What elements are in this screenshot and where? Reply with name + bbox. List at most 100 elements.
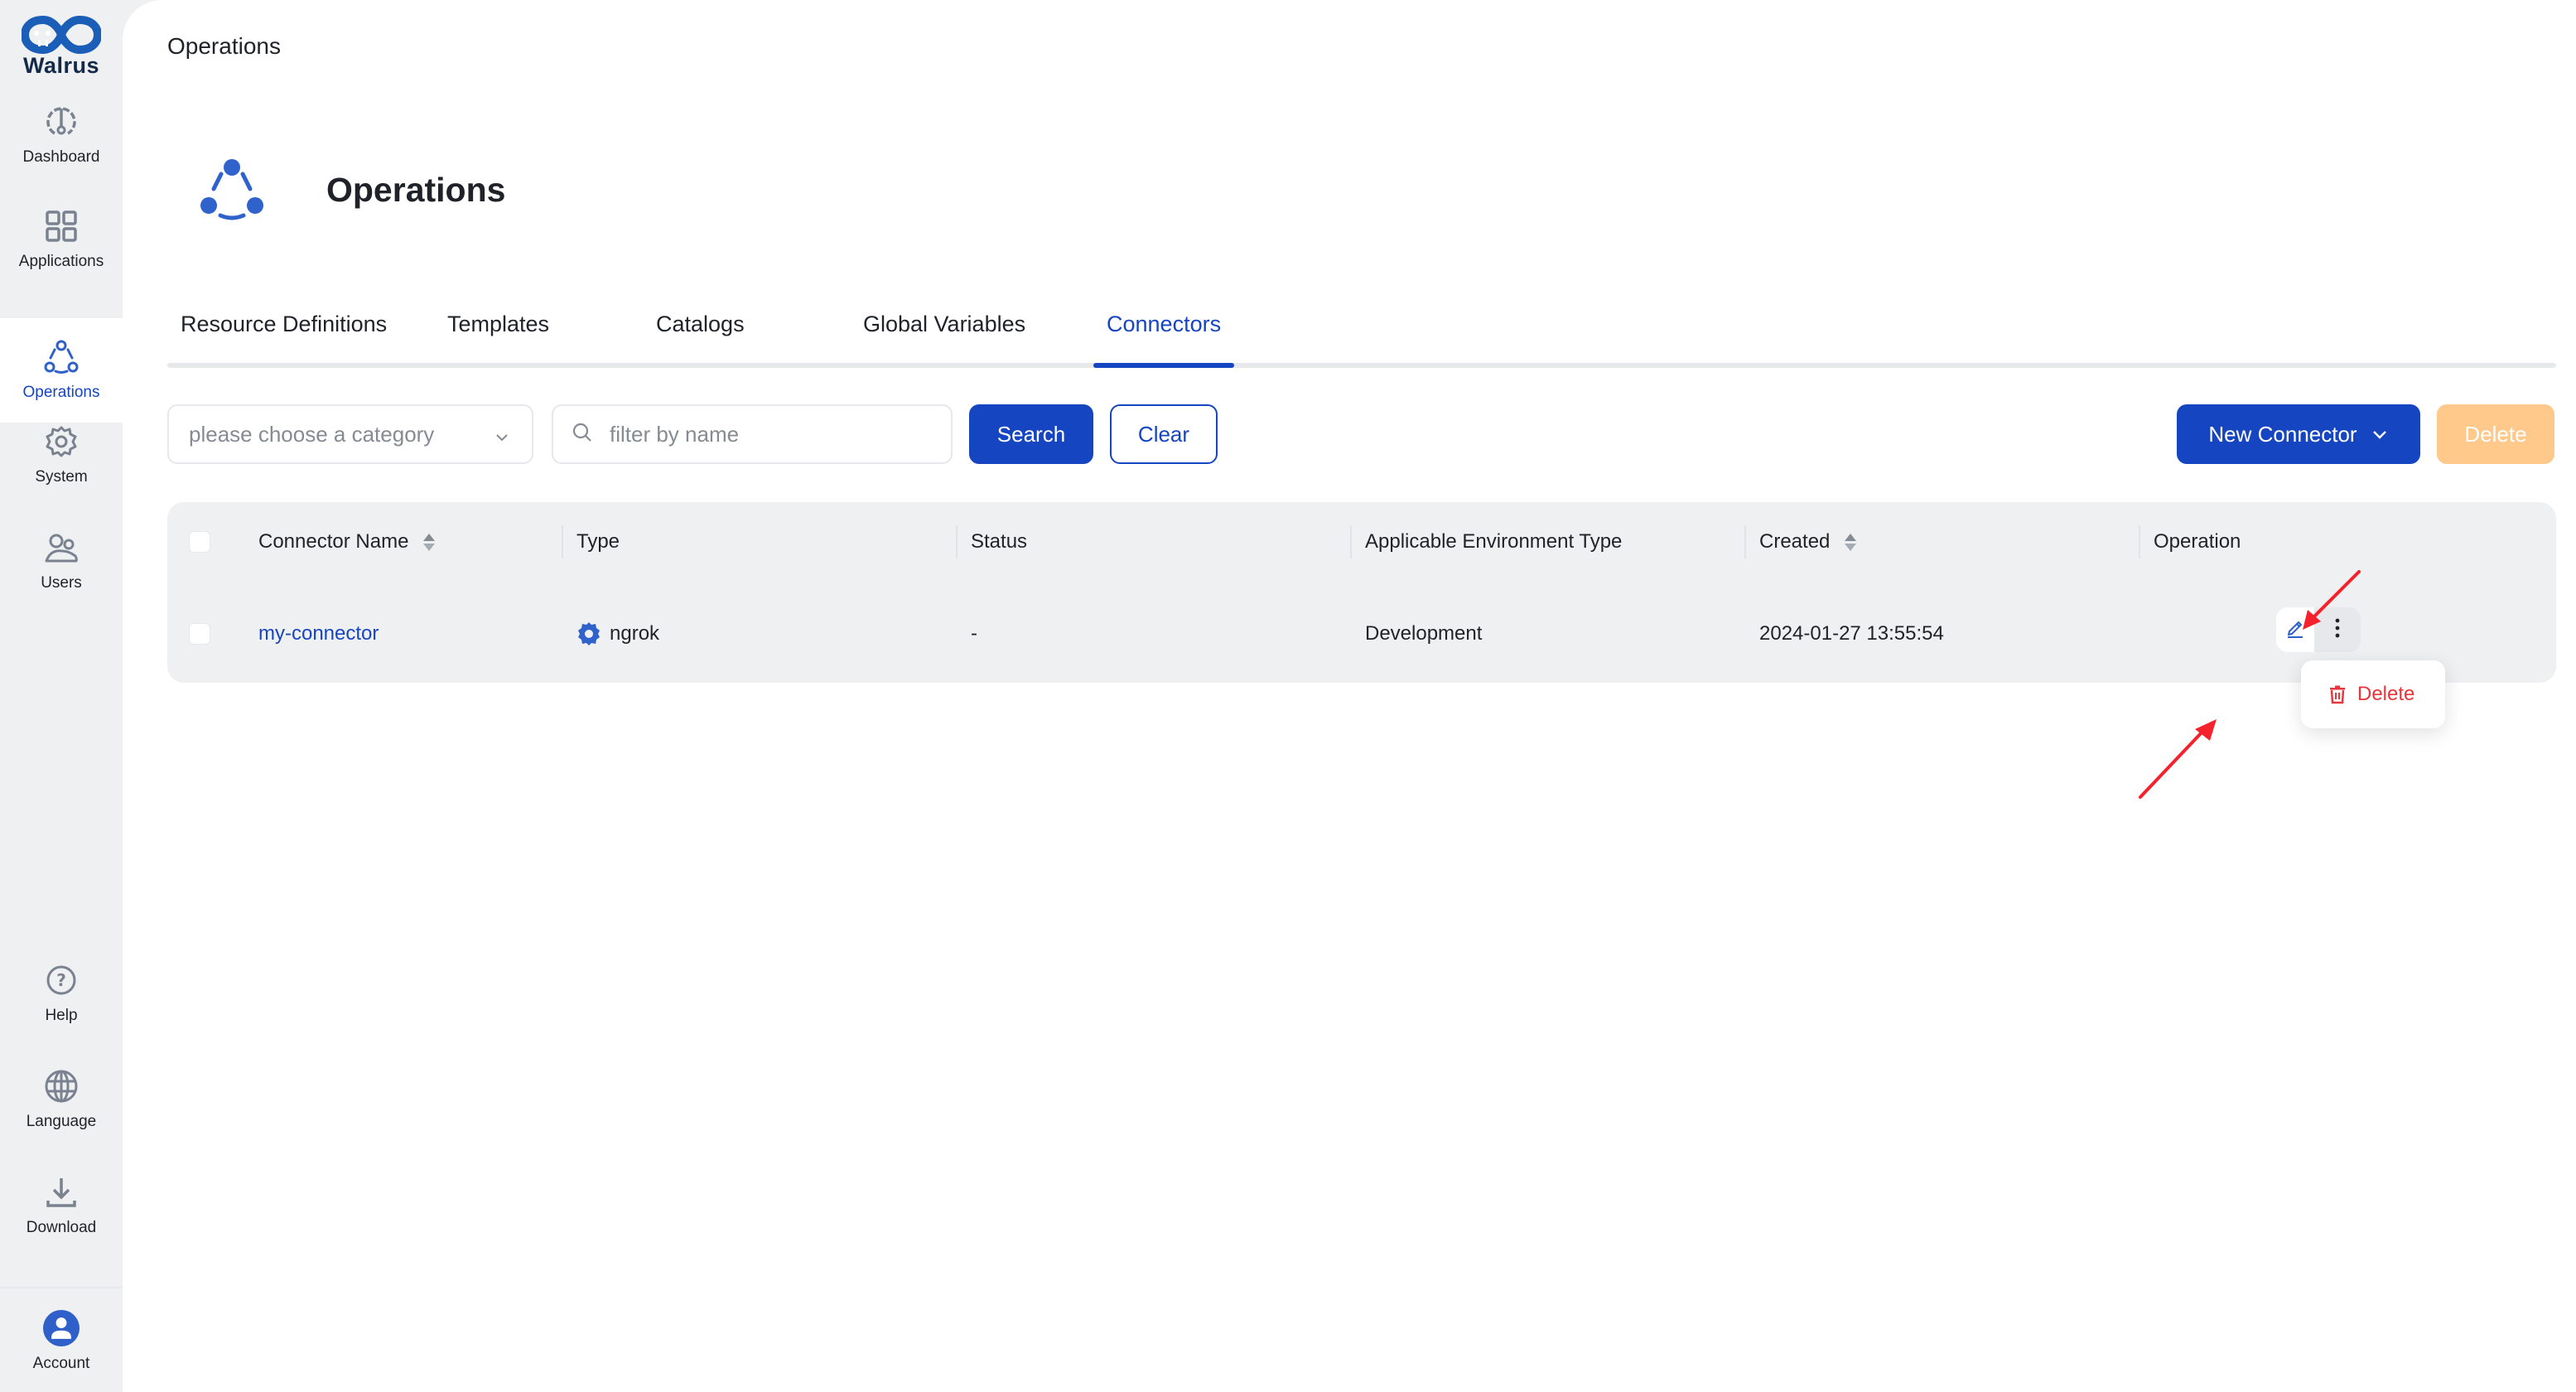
tab-label: Templates xyxy=(447,312,550,336)
edit-button[interactable] xyxy=(2276,607,2314,652)
column-label: Type xyxy=(576,530,620,553)
column-header-operation: Operation xyxy=(2154,502,2241,582)
sidebar-item-help[interactable]: ? Help xyxy=(0,941,123,1046)
select-all-cell xyxy=(189,502,210,582)
sort-icon[interactable] xyxy=(423,533,436,551)
column-label: Applicable Environment Type xyxy=(1365,530,1623,553)
tab-active-indicator xyxy=(1093,363,1235,368)
tabs: Resource Definitions Templates Catalogs … xyxy=(167,307,2556,368)
menu-item-delete[interactable]: Delete xyxy=(2328,683,2414,706)
created-cell: 2024-01-27 13:55:54 xyxy=(1759,622,1944,645)
tab-catalogs[interactable]: Catalogs xyxy=(656,312,745,368)
tab-resource-definitions[interactable]: Resource Definitions xyxy=(181,312,387,368)
column-header-environment-type: Applicable Environment Type xyxy=(1365,502,1622,582)
operations-icon xyxy=(43,339,80,375)
column-header-connector-name[interactable]: Connector Name xyxy=(258,502,436,582)
menu-item-label: Delete xyxy=(2357,683,2415,705)
new-connector-button[interactable]: New Connector xyxy=(2177,404,2420,464)
column-divider xyxy=(562,525,563,558)
table-row: my-connector ngrok - Development 2024-01… xyxy=(167,585,2556,683)
gear-icon xyxy=(576,621,601,646)
trash-icon xyxy=(2328,684,2347,704)
type-label: ngrok xyxy=(610,622,660,645)
new-connector-label: New Connector xyxy=(2208,421,2357,447)
tab-label: Resource Definitions xyxy=(181,312,388,336)
sidebar-item-label: Download xyxy=(26,1219,97,1236)
name-filter xyxy=(552,404,953,464)
column-header-created[interactable]: Created xyxy=(1759,502,1857,582)
walrus-logo-icon xyxy=(22,15,101,55)
sidebar-item-account[interactable]: Account xyxy=(0,1289,123,1392)
category-select-placeholder: please choose a category xyxy=(189,421,435,447)
column-label: Status xyxy=(971,530,1028,553)
status-cell: - xyxy=(971,622,977,645)
sidebar-item-label: Dashboard xyxy=(22,148,100,166)
sidebar-item-language[interactable]: Language xyxy=(0,1047,123,1152)
sidebar-item-label: Operations xyxy=(22,384,100,401)
tab-label: Global Variables xyxy=(863,312,1026,336)
column-label: Connector Name xyxy=(258,530,409,553)
column-header-status: Status xyxy=(971,502,1027,582)
category-select[interactable]: please choose a category xyxy=(167,404,533,464)
sidebar-item-label: Help xyxy=(45,1007,78,1024)
table-header: Connector Name Type Status Applicable En… xyxy=(167,502,2556,582)
sidebar-item-label: Users xyxy=(41,574,82,592)
connector-name-cell: my-connector xyxy=(258,585,379,683)
sidebar-item-users[interactable]: Users xyxy=(0,509,123,613)
column-divider xyxy=(1350,525,1352,558)
svg-text:?: ? xyxy=(56,970,66,990)
sidebar-item-applications[interactable]: Applications xyxy=(0,187,123,292)
bulk-delete-button[interactable]: Delete xyxy=(2437,404,2554,464)
breadcrumb[interactable]: Operations xyxy=(167,33,281,60)
download-icon xyxy=(43,1174,80,1211)
sidebar-item-dashboard[interactable]: Dashboard xyxy=(0,83,123,187)
connectors-table: Connector Name Type Status Applicable En… xyxy=(167,502,2556,683)
sidebar-item-label: Language xyxy=(26,1113,97,1130)
column-divider xyxy=(2139,525,2140,558)
clear-button[interactable]: Clear xyxy=(1110,404,1218,464)
sidebar-item-label: Account xyxy=(32,1355,90,1372)
main-content: Operations Operations Resource Definitio… xyxy=(123,0,2576,1392)
sort-icon[interactable] xyxy=(1845,533,1857,551)
sidebar-divider xyxy=(0,1287,123,1288)
gear-icon xyxy=(43,423,80,460)
column-divider xyxy=(1744,525,1746,558)
sidebar: Walrus Dashboard Applications Operations… xyxy=(0,0,123,1392)
row-actions-menu: Delete xyxy=(2301,660,2445,728)
row-checkbox[interactable] xyxy=(189,623,210,645)
connector-name-link[interactable]: my-connector xyxy=(258,622,379,645)
tab-label: Connectors xyxy=(1107,312,1222,336)
sidebar-item-label: Applications xyxy=(18,253,104,270)
select-all-checkbox[interactable] xyxy=(189,531,210,553)
search-button[interactable]: Search xyxy=(969,404,1093,464)
sidebar-item-download[interactable]: Download xyxy=(0,1153,123,1258)
row-select-cell xyxy=(189,585,210,683)
grid-icon xyxy=(43,208,80,244)
environment-type-cell: Development xyxy=(1365,622,1483,645)
tab-connectors[interactable]: Connectors xyxy=(1093,312,1235,368)
operations-icon xyxy=(199,157,265,224)
help-icon: ? xyxy=(43,962,80,998)
page-title: Operations xyxy=(326,171,506,209)
sidebar-item-label: System xyxy=(35,468,88,486)
users-icon xyxy=(43,529,80,566)
edit-pencil-icon xyxy=(2284,617,2306,643)
tab-label: Catalogs xyxy=(656,312,745,336)
more-actions-button[interactable] xyxy=(2314,607,2361,652)
tab-global-variables[interactable]: Global Variables xyxy=(863,312,1025,368)
more-vertical-icon xyxy=(2334,617,2341,643)
chevron-down-icon xyxy=(494,426,510,452)
globe-icon xyxy=(43,1068,80,1104)
annotation-arrow-icon xyxy=(2139,719,2217,799)
name-filter-input[interactable] xyxy=(610,421,924,447)
type-cell: ngrok xyxy=(576,585,659,683)
column-label: Created xyxy=(1759,530,1831,553)
account-avatar-icon xyxy=(43,1310,80,1346)
walrus-logo[interactable]: Walrus xyxy=(13,15,109,83)
tab-templates[interactable]: Templates xyxy=(447,312,549,368)
column-divider xyxy=(956,525,958,558)
dashboard-gauge-icon xyxy=(43,104,80,140)
sidebar-item-system[interactable]: System xyxy=(0,403,123,507)
search-icon xyxy=(572,422,593,447)
column-header-type: Type xyxy=(576,502,620,582)
